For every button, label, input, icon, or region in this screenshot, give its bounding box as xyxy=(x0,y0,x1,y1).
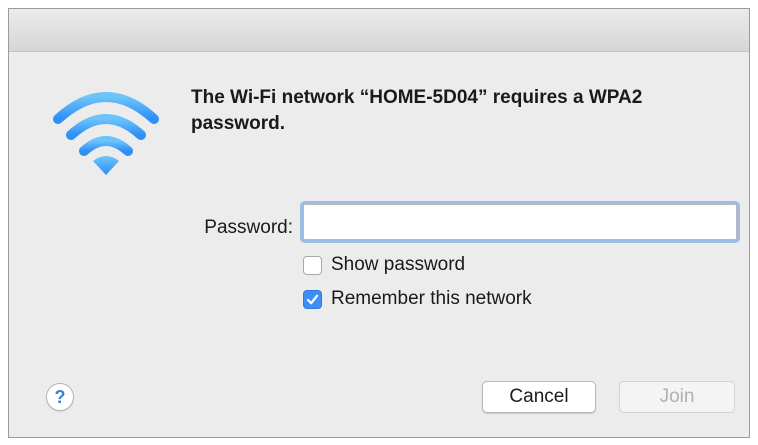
show-password-checkbox[interactable] xyxy=(303,255,322,275)
help-button[interactable]: ? xyxy=(46,383,74,411)
remember-network-label: Remember this network xyxy=(331,288,532,309)
checkmark-icon xyxy=(306,294,319,304)
cancel-button[interactable]: Cancel xyxy=(482,381,596,413)
dialog-message: The Wi-Fi network “HOME-5D04” requires a… xyxy=(191,87,643,134)
wifi-icon xyxy=(53,92,159,175)
window-titlebar[interactable] xyxy=(9,9,749,52)
remember-network-checkbox[interactable] xyxy=(303,289,322,309)
show-password-option[interactable]: Show password xyxy=(303,254,465,276)
join-button[interactable]: Join xyxy=(619,381,735,413)
password-label: Password: xyxy=(204,217,293,238)
password-input[interactable] xyxy=(303,204,737,240)
show-password-label: Show password xyxy=(331,254,466,275)
remember-network-option[interactable]: Remember this network xyxy=(303,288,532,310)
wifi-password-dialog: The Wi-Fi network “HOME-5D04” requires a… xyxy=(8,8,750,438)
